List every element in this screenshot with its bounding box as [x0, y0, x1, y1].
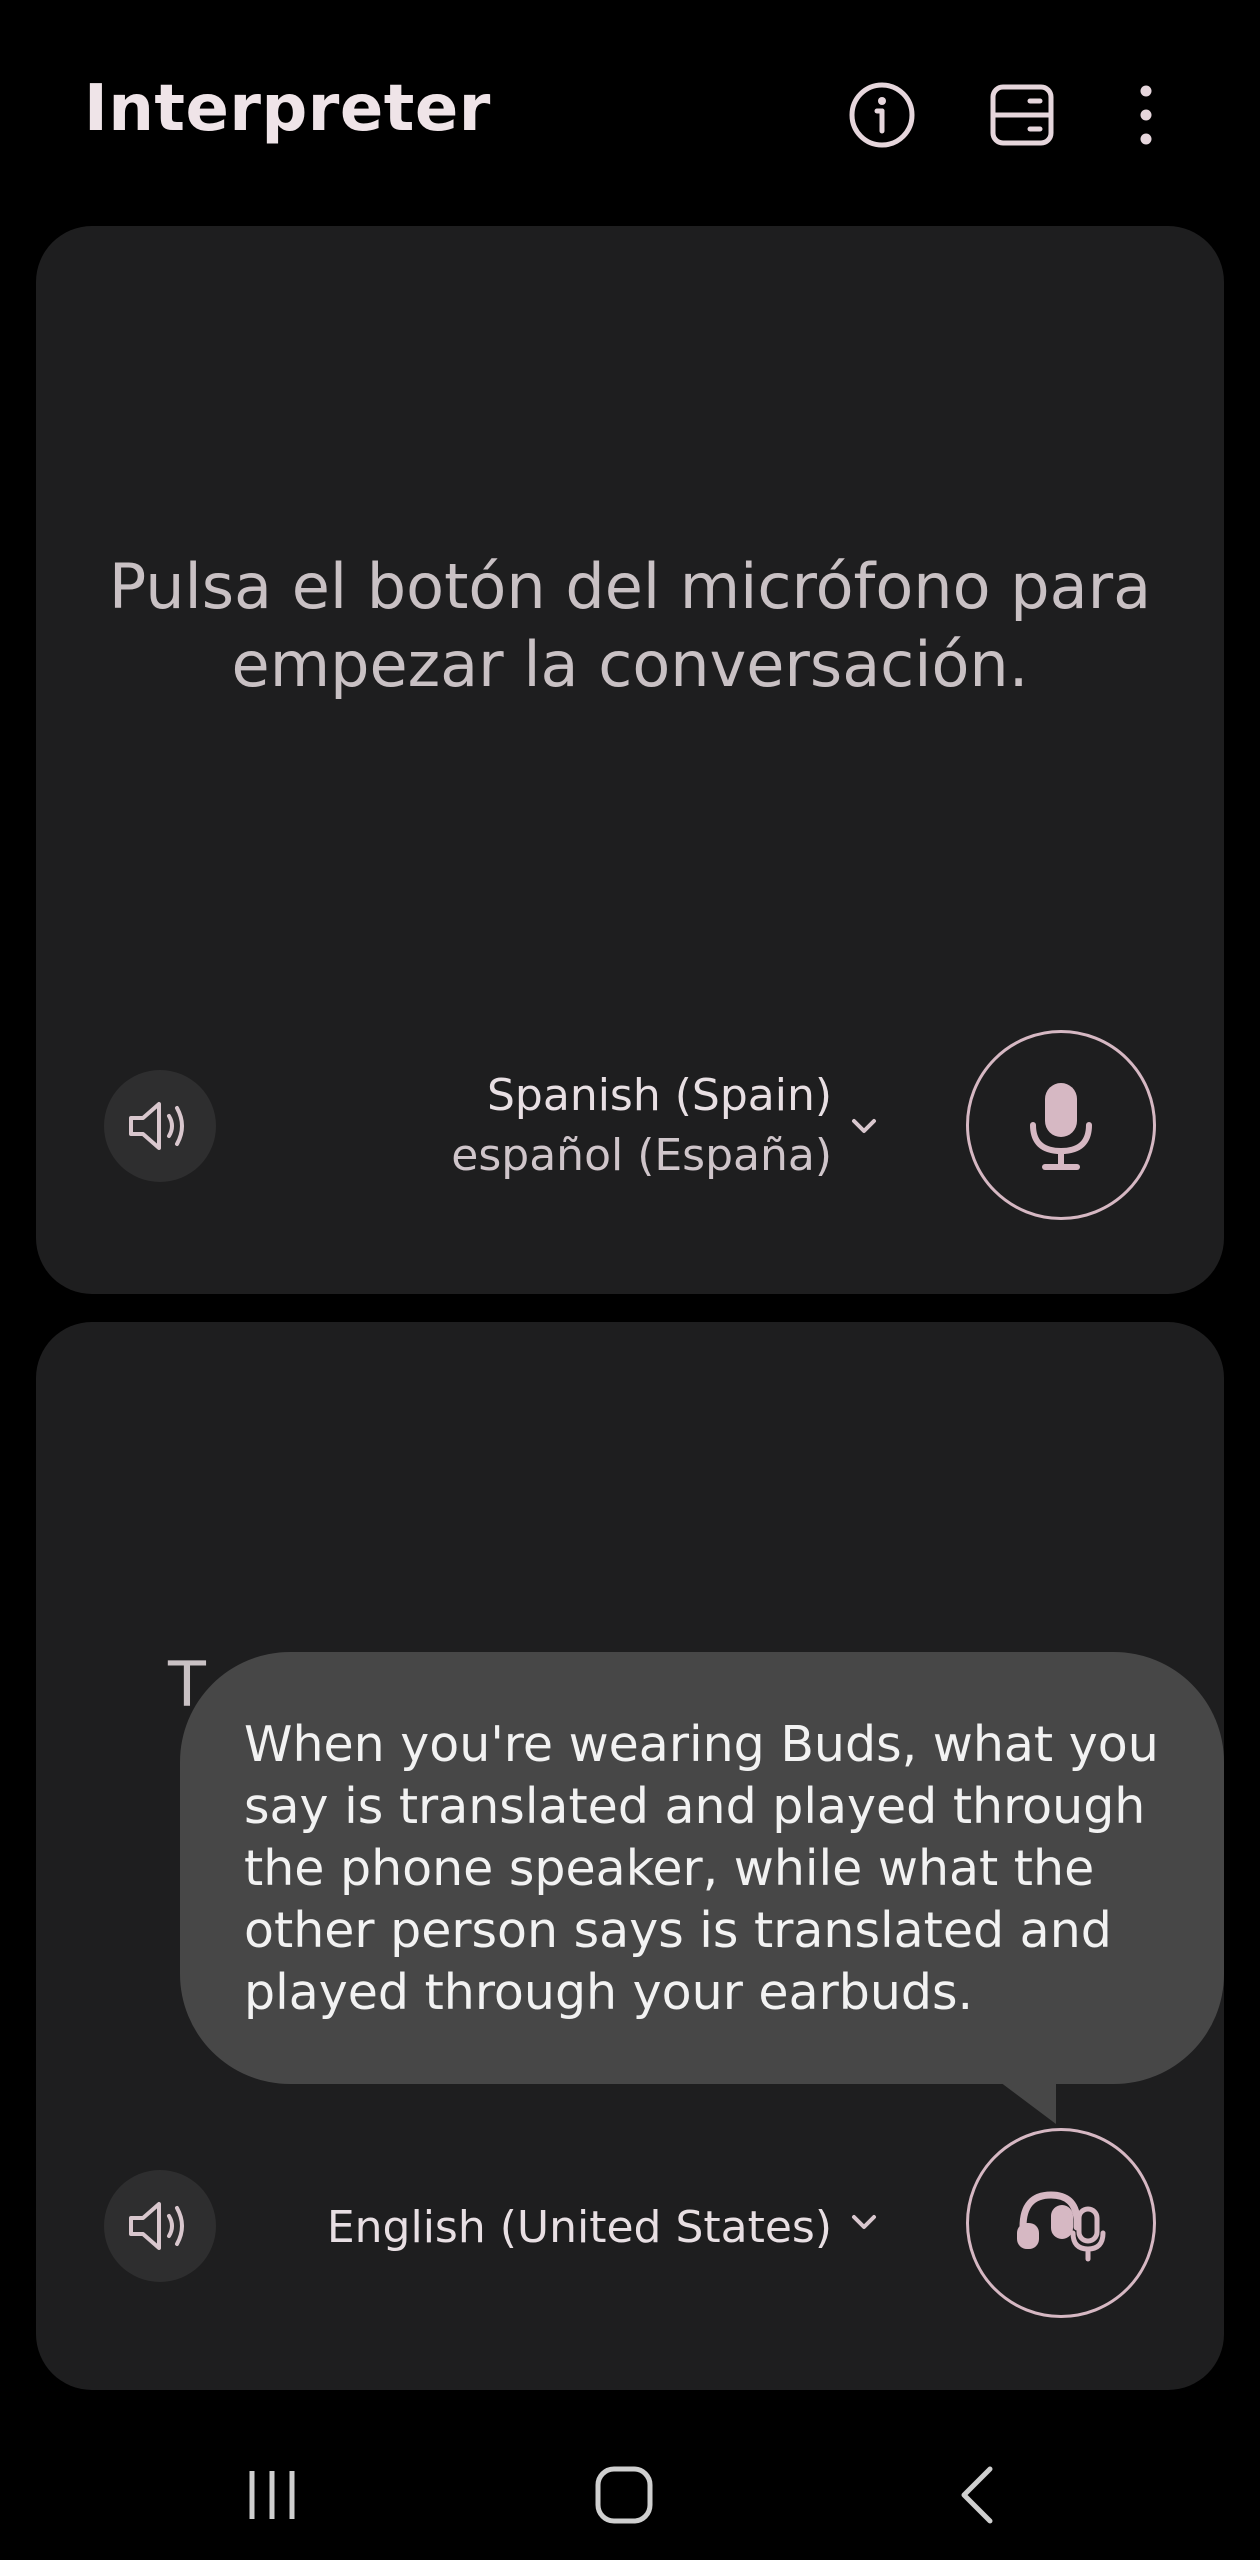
speaker-icon: [129, 2202, 184, 2250]
back-button[interactable]: [926, 2450, 1026, 2540]
top-speaker-button[interactable]: [104, 1070, 216, 1182]
tooltip-pointer: [1000, 2082, 1056, 2124]
home-button[interactable]: [574, 2450, 674, 2540]
info-icon: [849, 82, 915, 148]
conversation-prompt: Pulsa el botón del micrófono para empeza…: [108, 550, 1152, 701]
top-language-native-name: español (España): [451, 1130, 832, 1181]
top-conversation-panel: Pulsa el botón del micrófono para empeza…: [36, 226, 1224, 1294]
bottom-language-name: English (United States): [326, 2202, 832, 2253]
page-title: Interpreter: [84, 72, 491, 146]
tooltip-text: When you're wearing Buds, what you say i…: [244, 1716, 1159, 2021]
recent-apps-icon: [249, 2471, 295, 2519]
earbuds-mic-icon: [1017, 2191, 1106, 2262]
home-icon: [595, 2466, 653, 2524]
more-options-button[interactable]: [1106, 75, 1186, 155]
back-icon: [961, 2466, 993, 2524]
recent-apps-button[interactable]: [222, 2450, 322, 2540]
earbuds-info-tooltip: When you're wearing Buds, what you say i…: [180, 1652, 1224, 2084]
interpreter-app: Interpreter Pulsa el botón del micrófono…: [0, 0, 1260, 2560]
chevron-down-icon[interactable]: [844, 1106, 884, 1146]
speaker-icon: [129, 1102, 184, 1150]
more-options-icon: [1140, 85, 1152, 145]
app-header: Interpreter: [0, 0, 1260, 230]
chevron-down-icon[interactable]: [844, 2202, 884, 2242]
system-navigation-bar: [0, 2420, 1260, 2560]
bottom-language-selector[interactable]: English (United States): [327, 2198, 832, 2258]
top-language-name: Spanish (Spain): [487, 1070, 832, 1121]
microphone-icon: [1030, 1083, 1092, 1170]
info-button[interactable]: [842, 75, 922, 155]
top-microphone-button[interactable]: [966, 1030, 1156, 1220]
bottom-earbuds-microphone-button[interactable]: [966, 2128, 1156, 2318]
layout-toggle-icon: [990, 84, 1054, 146]
bottom-speaker-button[interactable]: [104, 2170, 216, 2282]
layout-toggle-button[interactable]: [982, 75, 1062, 155]
top-language-selector[interactable]: Spanish (Spain) español (España): [451, 1066, 832, 1186]
